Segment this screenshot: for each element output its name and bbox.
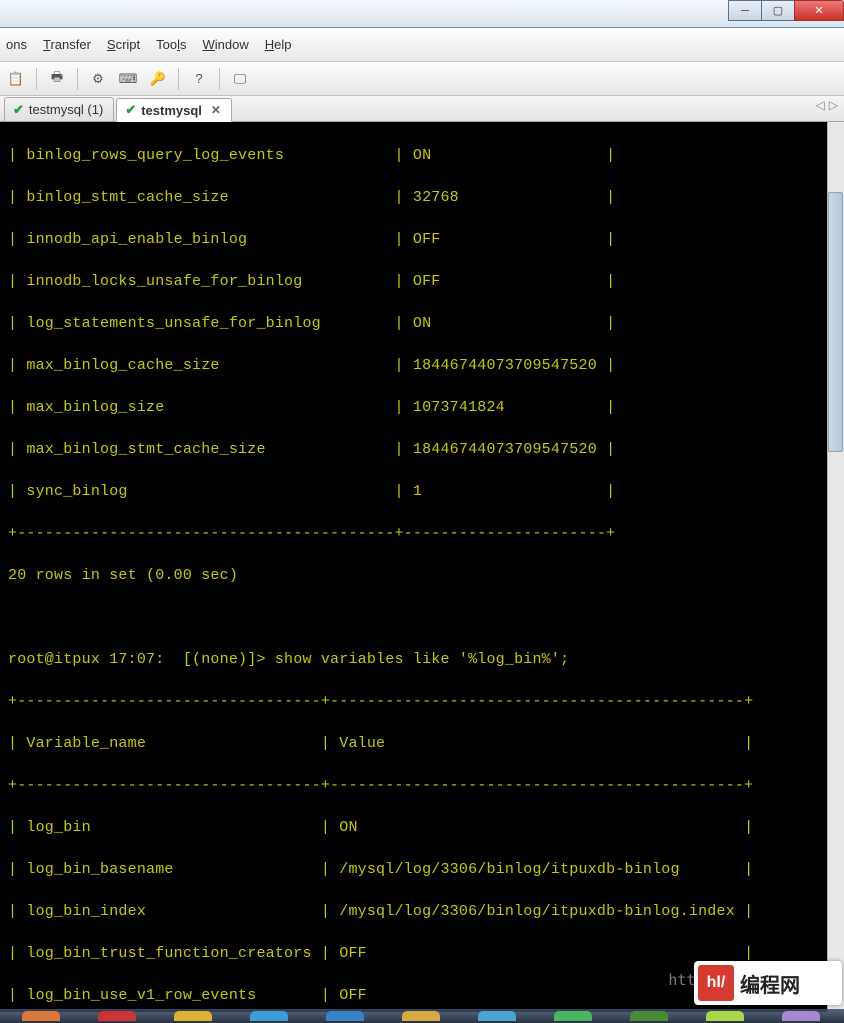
gear-icon[interactable]: ⚙ [86, 67, 110, 91]
logo-mark: hl/ [698, 965, 734, 1001]
scrollbar-thumb[interactable] [828, 192, 843, 452]
maximize-button[interactable]: ▢ [761, 0, 795, 21]
window-controls: ─ ▢ ✕ [729, 0, 844, 21]
print-icon[interactable]: 🖶 [45, 67, 69, 91]
terminal-line: | max_binlog_cache_size | 18446744073709… [8, 357, 615, 374]
menu-bar: ons Transfer Script Tools Window Help [0, 28, 844, 62]
terminal-line: | log_statements_unsafe_for_binlog | ON … [8, 315, 615, 332]
terminal-line: +---------------------------------+-----… [8, 777, 753, 794]
site-logo-badge: hl/ 编程网 [694, 961, 842, 1005]
tab-label: testmysql (1) [29, 102, 103, 117]
menu-item-window[interactable]: Window [203, 37, 249, 52]
toolbar-separator [77, 68, 78, 90]
terminal-output[interactable]: | binlog_rows_query_log_events | ON | | … [0, 122, 844, 1012]
help-icon[interactable]: ? [187, 67, 211, 91]
tab-testmysql-1[interactable]: ✔ testmysql (1) [4, 97, 114, 121]
terminal-line: 20 rows in set (0.00 sec) [8, 567, 238, 584]
terminal-scrollbar[interactable] [827, 122, 844, 1012]
toolbar-separator [219, 68, 220, 90]
check-icon: ✔ [125, 102, 136, 118]
toolbar-separator [36, 68, 37, 90]
key-icon[interactable]: 🔑 [146, 67, 170, 91]
menu-item-ons[interactable]: ons [6, 37, 27, 52]
menu-item-transfer[interactable]: Transfer [43, 37, 91, 52]
logo-text: 编程网 [740, 969, 800, 998]
tab-label: testmysql [141, 103, 202, 118]
taskbar-item[interactable] [554, 1011, 592, 1021]
taskbar-item[interactable] [782, 1011, 820, 1021]
window-titlebar: ─ ▢ ✕ [0, 0, 844, 28]
toolbar: 📋 🖶 ⚙ ⌨ 🔑 ? 🖵 [0, 62, 844, 96]
toolbar-separator [178, 68, 179, 90]
check-icon: ✔ [13, 102, 24, 118]
terminal-line: | sync_binlog | 1 | [8, 483, 615, 500]
terminal-line: | log_bin | ON | [8, 819, 753, 836]
terminal-line: root@itpux 17:07: [(none)]> show variabl… [8, 651, 569, 668]
terminal-line: | innodb_api_enable_binlog | OFF | [8, 231, 615, 248]
keyboard-icon[interactable]: ⌨ [116, 67, 140, 91]
taskbar-item[interactable] [706, 1011, 744, 1021]
terminal-line: +---------------------------------+-----… [8, 693, 753, 710]
taskbar-item[interactable] [22, 1011, 60, 1021]
menu-item-help[interactable]: Help [265, 37, 292, 52]
menu-item-tools[interactable]: Tools [156, 37, 186, 52]
close-icon[interactable]: ✕ [211, 103, 221, 117]
close-button[interactable]: ✕ [794, 0, 844, 21]
taskbar-item[interactable] [250, 1011, 288, 1021]
terminal-line: | log_bin_use_v1_row_events | OFF | [8, 987, 753, 1004]
terminal-line: | max_binlog_size | 1073741824 | [8, 399, 615, 416]
taskbar-item[interactable] [402, 1011, 440, 1021]
monitor-icon[interactable]: 🖵 [228, 67, 252, 91]
tab-nav-arrows: ◁ ▷ [816, 98, 838, 112]
terminal-line: | log_bin_index | /mysql/log/3306/binlog… [8, 903, 753, 920]
tab-prev-icon[interactable]: ◁ [816, 98, 825, 112]
menu-item-script[interactable]: Script [107, 37, 140, 52]
terminal-line: +---------------------------------------… [8, 525, 615, 542]
taskbar-item[interactable] [98, 1011, 136, 1021]
tab-bar: ✔ testmysql (1) ✔ testmysql ✕ ◁ ▷ [0, 96, 844, 122]
taskbar[interactable] [0, 1009, 844, 1023]
taskbar-item[interactable] [326, 1011, 364, 1021]
taskbar-item[interactable] [174, 1011, 212, 1021]
taskbar-item[interactable] [630, 1011, 668, 1021]
paste-icon[interactable]: 📋 [4, 67, 28, 91]
terminal-line: | binlog_stmt_cache_size | 32768 | [8, 189, 615, 206]
terminal-line: | max_binlog_stmt_cache_size | 184467440… [8, 441, 615, 458]
minimize-button[interactable]: ─ [728, 0, 762, 21]
terminal-line: | Variable_name | Value | [8, 735, 753, 752]
terminal-line: | log_bin_trust_function_creators | OFF … [8, 945, 753, 962]
tab-testmysql-active[interactable]: ✔ testmysql ✕ [116, 98, 232, 122]
terminal-line: | log_bin_basename | /mysql/log/3306/bin… [8, 861, 753, 878]
terminal-line: | binlog_rows_query_log_events | ON | [8, 147, 615, 164]
tab-next-icon[interactable]: ▷ [829, 98, 838, 112]
terminal-line: | innodb_locks_unsafe_for_binlog | OFF | [8, 273, 615, 290]
taskbar-item[interactable] [478, 1011, 516, 1021]
